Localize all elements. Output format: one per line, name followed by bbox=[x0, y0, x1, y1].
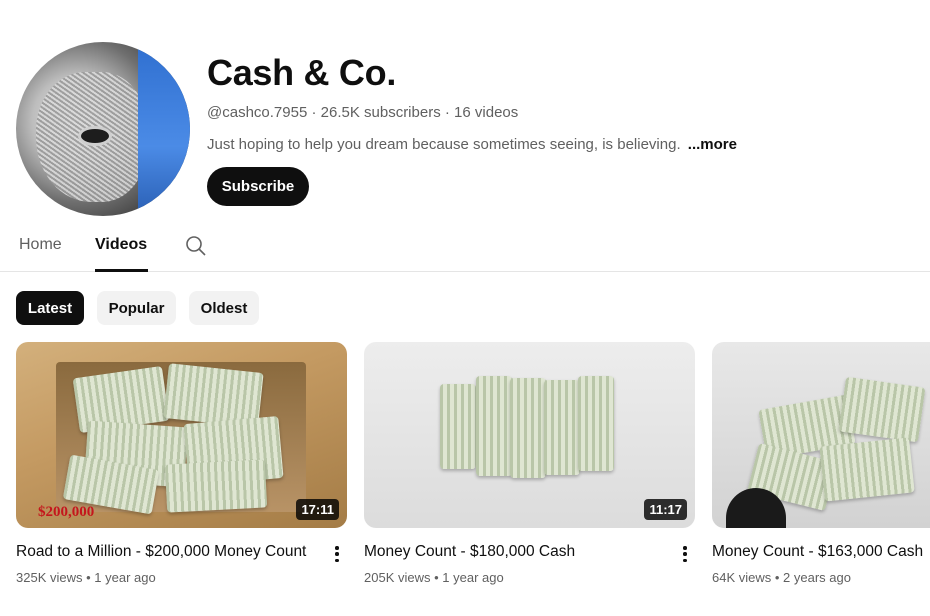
channel-tabs: Home Videos bbox=[0, 226, 930, 272]
thumbnail-price-text: $200,000 bbox=[38, 504, 95, 520]
view-count: 205K views bbox=[364, 570, 431, 585]
cash-stack bbox=[510, 378, 546, 478]
video-card[interactable]: $200,000 17:11 Road to a Million - $200,… bbox=[16, 342, 347, 585]
video-card[interactable]: 11:17 Money Count - $180,000 Cash 205K v… bbox=[364, 342, 695, 585]
more-link[interactable]: ...more bbox=[688, 136, 737, 153]
video-title[interactable]: Money Count - $163,000 Cash bbox=[712, 543, 930, 561]
video-title[interactable]: Money Count - $180,000 Cash bbox=[364, 543, 695, 561]
tab-videos[interactable]: Videos bbox=[95, 236, 148, 272]
view-count: 325K views bbox=[16, 570, 83, 585]
video-card[interactable]: Money Count - $163,000 Cash 64K views • … bbox=[712, 342, 930, 585]
view-count: 64K views bbox=[712, 570, 772, 585]
video-meta: 64K views • 2 years ago bbox=[712, 570, 930, 585]
cash-stack bbox=[578, 376, 614, 471]
more-vert-icon[interactable] bbox=[679, 544, 691, 564]
video-duration: 17:11 bbox=[296, 499, 339, 520]
video-thumbnail[interactable]: $200,000 17:11 bbox=[16, 342, 347, 528]
chip-oldest[interactable]: Oldest bbox=[189, 291, 259, 325]
meta-dot: • bbox=[82, 570, 95, 585]
channel-description[interactable]: Just hoping to help you dream because so… bbox=[207, 136, 737, 153]
cash-stack bbox=[819, 437, 915, 502]
video-count: 16 videos bbox=[454, 104, 519, 121]
video-duration: 11:17 bbox=[644, 499, 687, 520]
search-icon[interactable] bbox=[184, 234, 208, 258]
video-meta: 205K views • 1 year ago bbox=[364, 570, 695, 585]
meta-separator: · bbox=[307, 104, 321, 121]
video-meta: 325K views • 1 year ago bbox=[16, 570, 347, 585]
video-title[interactable]: Road to a Million - $200,000 Money Count bbox=[16, 543, 347, 561]
meta-separator: · bbox=[440, 104, 455, 121]
video-thumbnail[interactable] bbox=[712, 342, 930, 528]
channel-name: Cash & Co. bbox=[207, 52, 397, 93]
cash-stack bbox=[476, 376, 512, 476]
cash-stack bbox=[838, 376, 926, 443]
portrait-eye bbox=[78, 126, 112, 146]
cash-stack bbox=[544, 380, 580, 475]
upload-age: 1 year ago bbox=[442, 570, 504, 585]
channel-meta: @cashco.7955 · 26.5K subscribers · 16 vi… bbox=[207, 104, 518, 121]
upload-age: 1 year ago bbox=[94, 570, 156, 585]
subscribe-button[interactable]: Subscribe bbox=[207, 167, 309, 206]
subscriber-count: 26.5K subscribers bbox=[320, 104, 441, 121]
description-text: Just hoping to help you dream because so… bbox=[207, 136, 681, 153]
chip-popular[interactable]: Popular bbox=[97, 291, 176, 325]
upload-age: 2 years ago bbox=[783, 570, 851, 585]
chip-latest[interactable]: Latest bbox=[16, 291, 84, 325]
cash-stack bbox=[164, 459, 268, 513]
channel-avatar[interactable] bbox=[16, 42, 190, 216]
cash-stack bbox=[440, 384, 476, 469]
meta-dot: • bbox=[771, 570, 784, 585]
video-thumbnail[interactable]: 11:17 bbox=[364, 342, 695, 528]
meta-dot: • bbox=[430, 570, 443, 585]
tab-home[interactable]: Home bbox=[19, 236, 62, 272]
channel-handle: @cashco.7955 bbox=[207, 104, 308, 121]
more-vert-icon[interactable] bbox=[331, 544, 343, 564]
banknote-blue-strip bbox=[138, 42, 190, 216]
